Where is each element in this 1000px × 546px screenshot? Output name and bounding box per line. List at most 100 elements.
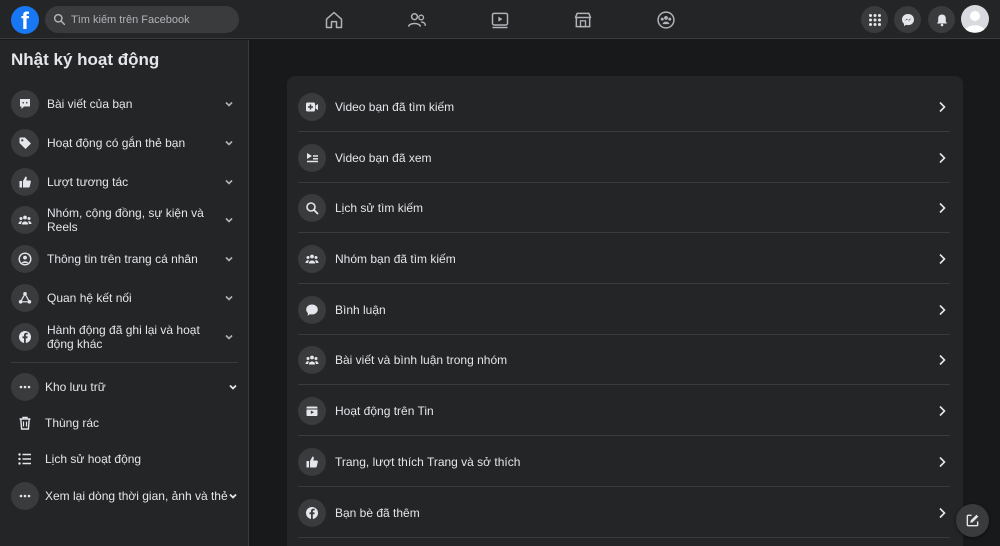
tag-icon [11,129,39,157]
chevron-down-icon [225,217,233,223]
sidebar-item-groups-events[interactable]: Nhóm, cộng đồng, sự kiện và Reels [8,206,240,234]
comment-box-icon [11,90,39,118]
search-icon [298,193,326,222]
sidebar-item-label: Xem lại dòng thời gian, ảnh và thẻ [45,489,228,503]
chevron-right-icon [939,304,946,315]
nav-home[interactable] [309,6,359,33]
sidebar-item-tagged-activity[interactable]: Hoạt động có gắn thẻ bạn [8,129,240,157]
list-item-comments[interactable]: Bình luận [298,285,950,335]
chevron-right-icon [939,507,946,518]
grid-menu-icon [868,13,881,26]
search-box[interactable] [45,6,239,33]
messenger-button[interactable] [894,6,921,33]
sidebar-item-label: Thông tin trên trang cá nhân [47,252,198,266]
list-item-story-activity[interactable]: Hoạt động trên Tin [298,386,950,436]
search-input[interactable] [71,13,231,26]
logo-letter: f [21,8,29,34]
list-item-label: Nhóm bạn đã tìm kiếm [335,251,456,266]
sidebar-divider [11,362,238,363]
notifications-button[interactable] [928,6,955,33]
sidebar-item-your-posts[interactable]: Bài viết của bạn [8,90,240,118]
sidebar-item-label: Bài viết của bạn [47,97,133,111]
facebook-icon [298,498,326,527]
list-item-label: Hoạt động trên Tin [335,403,434,418]
list-item-label: Trang, lượt thích Trang và sở thích [335,454,521,469]
story-icon [298,396,326,425]
thumbs-up-icon [298,447,326,476]
list-item-videos-searched[interactable]: Video bạn đã tìm kiếm [298,82,950,132]
connections-icon [11,284,39,312]
messenger-icon [901,13,914,26]
chevron-right-icon [939,152,946,163]
chevron-right-icon [939,456,946,467]
nav-watch[interactable] [475,6,525,33]
facebook-icon [11,323,39,351]
sidebar-item-label: Thùng rác [45,416,100,430]
group-icon [11,206,39,234]
avatar[interactable] [961,5,989,33]
group-icon [298,345,326,374]
sidebar-item-archive[interactable]: Kho lưu trữ [8,373,240,401]
more-icon [11,482,39,510]
list-item-label: Video bạn đã xem [335,150,432,165]
chevron-down-icon [225,295,233,301]
chevron-down-icon [225,101,233,107]
profile-icon [11,245,39,273]
sidebar-item-timeline-review[interactable]: Xem lại dòng thời gian, ảnh và thẻ [8,481,240,511]
nav-friends[interactable] [392,6,442,33]
list-item-page-likes[interactable]: Trang, lượt thích Trang và sở thích [298,437,950,487]
chevron-down-icon [225,334,233,340]
list-icon [11,445,39,473]
sidebar-item-label: Kho lưu trữ [45,380,106,394]
list-item-friends-added[interactable]: Bạn bè đã thêm [298,488,950,538]
list-item-videos-watched[interactable]: Video bạn đã xem [298,133,950,183]
list-item-label: Bạn bè đã thêm [335,505,420,520]
chevron-right-icon [939,253,946,264]
menu-button[interactable] [861,6,888,33]
sidebar-item-activity-history[interactable]: Lịch sử hoạt động [8,445,240,473]
video-icon [491,12,509,28]
list-item-search-history[interactable]: Lịch sử tìm kiếm [298,183,950,233]
chevron-down-icon [225,179,233,185]
comment-icon [298,295,326,324]
chevron-down-icon [225,140,233,146]
marketplace-icon [574,12,592,27]
sidebar-item-trash[interactable]: Thùng rác [8,409,240,437]
default-avatar-icon [965,11,985,32]
sidebar-item-label: Nhóm, cộng đồng, sự kiện và Reels [47,206,204,234]
list-item-label: Lịch sử tìm kiếm [335,200,424,215]
nav-marketplace[interactable] [558,6,608,33]
trash-icon [11,409,39,437]
list-item-group-posts[interactable]: Bài viết và bình luận trong nhóm [298,335,950,385]
chevron-right-icon [939,101,946,112]
compose-icon [966,514,979,527]
search-icon [53,13,66,26]
sidebar-item-label: Quan hệ kết nối [47,291,132,305]
new-message-button[interactable] [956,504,989,537]
sidebar-item-logged-actions[interactable]: Hành động đã ghi lại và hoạt động khác [8,323,240,351]
chevron-right-icon [939,202,946,213]
list-item-label: Bình luận [335,302,386,317]
friends-icon [407,12,426,27]
list-item-label: Video bạn đã tìm kiếm [335,99,455,114]
list-item-groups-searched[interactable]: Nhóm bạn đã tìm kiếm [298,234,950,284]
chevron-down-icon [229,493,237,499]
facebook-logo[interactable]: f [11,6,39,34]
nav-groups[interactable] [641,6,691,33]
sidebar-item-interactions[interactable]: Lượt tương tác [8,168,240,196]
sidebar-item-profile-info[interactable]: Thông tin trên trang cá nhân [8,245,240,273]
chevron-right-icon [939,405,946,416]
sidebar: Nhật ký hoạt động Bài viết của bạn Hoạt … [0,40,249,546]
groups-icon [657,10,675,29]
thumbs-up-icon [11,168,39,196]
sidebar-item-label: Hoạt động có gắn thẻ bạn [47,136,186,150]
chevron-down-icon [229,384,237,390]
video-watched-icon [298,143,326,172]
sidebar-item-label: Lượt tương tác [47,175,129,189]
group-icon [298,244,326,273]
more-icon [11,373,39,401]
chevron-right-icon [939,354,946,365]
page-title: Nhật ký hoạt động [11,50,160,69]
sidebar-item-label: Lịch sử hoạt động [45,452,142,466]
sidebar-item-connections[interactable]: Quan hệ kết nối [8,284,240,312]
